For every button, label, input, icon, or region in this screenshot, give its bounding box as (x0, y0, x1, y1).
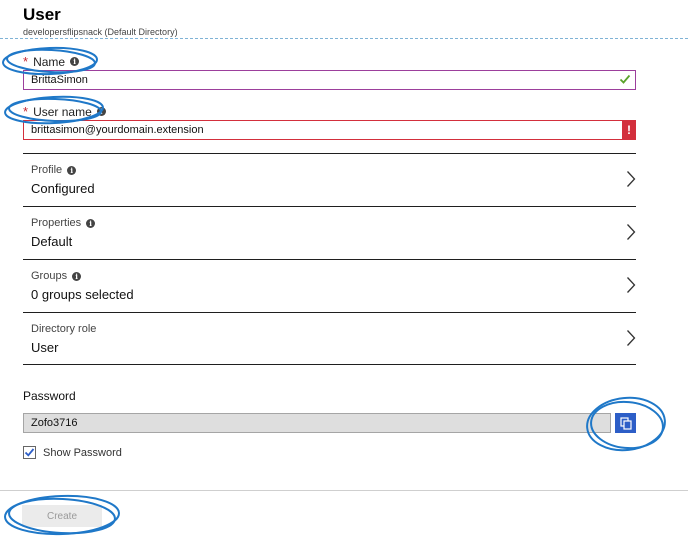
row-value: Configured (31, 181, 95, 196)
name-field-value: BrittaSimon (31, 74, 88, 86)
show-password-checkbox[interactable] (23, 446, 36, 459)
name-label-text: Name (33, 54, 66, 69)
password-field[interactable]: Zofo3716 (23, 413, 611, 433)
row-label: Groups i (31, 270, 82, 282)
error-icon: ! (622, 120, 636, 140)
directory-role-row[interactable]: Directory role User (23, 312, 636, 365)
info-icon[interactable]: i (72, 271, 82, 281)
row-label: Properties i (31, 217, 96, 229)
name-field[interactable]: BrittaSimon (23, 70, 636, 90)
required-marker: * (23, 104, 29, 119)
password-label: Password (23, 389, 76, 403)
profile-row[interactable]: Profile i Configured (23, 153, 636, 206)
row-label-text: Properties (31, 217, 82, 229)
checkbox-check-icon (24, 448, 35, 457)
info-icon[interactable]: i (96, 107, 106, 116)
page-subtitle: developersflipsnack (Default Directory) (23, 27, 178, 37)
username-field-value: brittasimon@yourdomain.extension (31, 124, 204, 136)
row-label-text: Directory role (31, 323, 97, 335)
chevron-right-icon (627, 277, 636, 293)
chevron-right-icon (627, 171, 636, 187)
info-icon[interactable]: i (67, 165, 77, 175)
copy-password-button[interactable] (615, 413, 636, 433)
copy-icon (619, 416, 632, 430)
footer-divider (0, 490, 688, 491)
row-value: Default (31, 234, 73, 249)
required-marker: * (23, 54, 29, 69)
groups-row[interactable]: Groups i 0 groups selected (23, 259, 636, 312)
row-value: User (31, 340, 59, 355)
show-password-label: Show Password (43, 447, 122, 459)
row-label-text: Groups (31, 270, 68, 282)
chevron-right-icon (627, 224, 636, 240)
page-title: User (23, 5, 61, 24)
chevron-right-icon (627, 330, 636, 346)
username-label: * User name i (23, 104, 106, 119)
row-label: Directory role (31, 323, 96, 335)
header-divider (0, 38, 688, 39)
username-field[interactable]: brittasimon@yourdomain.extension ! (23, 120, 636, 140)
row-label: Profile i (31, 164, 77, 176)
row-label-text: Profile (31, 164, 63, 176)
info-icon[interactable]: i (70, 57, 80, 66)
properties-row[interactable]: Properties i Default (23, 206, 636, 259)
password-value: Zofo3716 (31, 417, 78, 429)
header: User developersflipsnack (Default Direct… (23, 5, 178, 37)
info-icon[interactable]: i (86, 218, 96, 228)
username-label-text: User name (33, 104, 92, 119)
row-value: 0 groups selected (31, 287, 134, 302)
checkmark-icon (619, 74, 631, 84)
create-button[interactable]: Create (22, 505, 102, 527)
name-label: * Name i (23, 54, 80, 69)
